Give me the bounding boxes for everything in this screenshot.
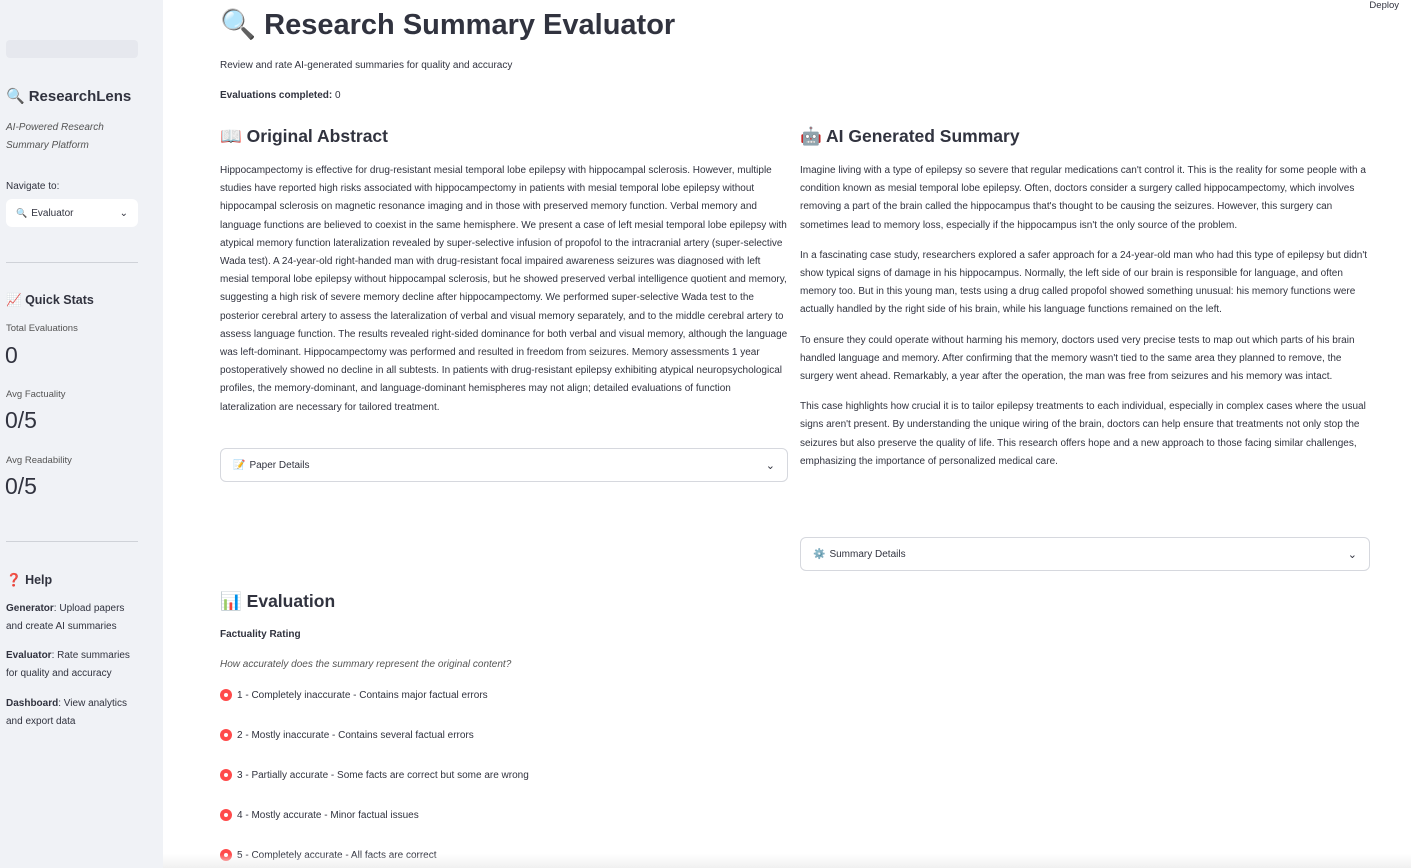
question-icon: ❓ — [6, 573, 22, 587]
page-subtitle: Review and rate AI-generated summaries f… — [220, 60, 513, 71]
radio-button[interactable] — [220, 689, 232, 701]
summary-details-expander[interactable]: ⚙️ Summary Details ⌄ — [800, 537, 1370, 571]
summary-body: Imagine living with a type of epilepsy s… — [800, 162, 1370, 483]
radio-button[interactable] — [220, 729, 232, 741]
magnifier-icon: 🔍 — [220, 9, 257, 41]
brand-name: ResearchLens — [28, 88, 132, 105]
summary-paragraph: In a fascinating case study, researchers… — [800, 249, 1368, 316]
navigation-select[interactable]: 🔍 Evaluator ⌄ — [6, 199, 138, 227]
deploy-button[interactable]: Deploy — [1369, 0, 1399, 11]
factuality-rating-label: Factuality Rating — [220, 629, 301, 640]
summary-paragraph: This case highlights how crucial it is t… — [800, 401, 1366, 467]
factuality-rating-help: How accurately does the summary represen… — [220, 659, 512, 670]
summary-heading: 🤖 AI Generated Summary — [800, 126, 1020, 146]
help-item-generator: Generator: Upload papers and create AI s… — [6, 603, 125, 632]
chart-up-icon: 📈 — [6, 293, 22, 307]
abstract-heading: 📖 Original Abstract — [220, 126, 388, 146]
robot-icon: 🤖 — [800, 126, 822, 146]
stat-value-total-evaluations: 0 — [5, 342, 18, 368]
bottom-fade — [163, 854, 1411, 868]
stat-value-avg-factuality: 0/5 — [5, 407, 37, 433]
page-title: 🔍 Research Summary Evaluator — [220, 9, 676, 41]
gear-icon: ⚙️ — [813, 548, 826, 560]
abstract-text: Hippocampectomy is effective for drug-re… — [220, 165, 788, 413]
navigation-selected-value: Evaluator — [31, 207, 74, 219]
sidebar-divider — [6, 262, 138, 263]
memo-icon: 📝 — [233, 459, 246, 471]
paper-details-expander[interactable]: 📝 Paper Details ⌄ — [220, 448, 788, 482]
nav-label: Navigate to: — [6, 181, 60, 192]
evaluations-completed: Evaluations completed: 0 — [220, 90, 341, 101]
magnifier-icon: 🔍 — [16, 207, 28, 218]
stat-label-avg-factuality: Avg Factuality — [6, 389, 66, 400]
radio-button[interactable] — [220, 809, 232, 821]
magnifier-icon: 🔍 — [6, 88, 25, 105]
brand: 🔍 ResearchLens — [6, 87, 131, 105]
chevron-down-icon: ⌄ — [119, 207, 128, 219]
open-book-icon: 📖 — [220, 126, 242, 146]
factuality-option-1[interactable]: 1 - Completely inaccurate - Contains maj… — [220, 689, 488, 701]
abstract-body: Hippocampectomy is effective for drug-re… — [220, 162, 788, 417]
chevron-down-icon: ⌄ — [765, 459, 775, 472]
chevron-down-icon: ⌄ — [1347, 548, 1357, 561]
sidebar-header-placeholder — [6, 40, 138, 58]
summary-paragraph: To ensure they could operate without har… — [800, 334, 1355, 383]
paper-details-label: Paper Details — [249, 459, 310, 471]
sidebar: 🔍 ResearchLens AI-Powered Research Summar… — [0, 0, 163, 868]
factuality-option-3[interactable]: 3 - Partially accurate - Some facts are … — [220, 769, 529, 781]
help-heading: ❓ Help — [6, 573, 53, 587]
factuality-option-2[interactable]: 2 - Mostly inaccurate - Contains several… — [220, 729, 474, 741]
stat-label-avg-readability: Avg Readability — [6, 455, 72, 466]
stat-label-total-evaluations: Total Evaluations — [6, 323, 78, 334]
quick-stats-heading: 📈 Quick Stats — [6, 293, 94, 307]
summary-paragraph: Imagine living with a type of epilepsy s… — [800, 165, 1366, 231]
sidebar-divider — [6, 541, 138, 542]
evaluations-count: 0 — [335, 90, 341, 101]
help-item-evaluator: Evaluator: Rate summaries for quality an… — [6, 650, 130, 679]
summary-details-label: Summary Details — [829, 548, 906, 560]
radio-button[interactable] — [220, 769, 232, 781]
brand-tagline: AI-Powered Research Summary Platform — [6, 122, 104, 151]
stat-value-avg-readability: 0/5 — [5, 473, 37, 499]
bar-chart-icon: 📊 — [220, 591, 242, 611]
help-item-dashboard: Dashboard: View analytics and export dat… — [6, 698, 127, 727]
factuality-option-4[interactable]: 4 - Mostly accurate - Minor factual issu… — [220, 809, 419, 821]
evaluation-heading: 📊 Evaluation — [220, 591, 336, 611]
